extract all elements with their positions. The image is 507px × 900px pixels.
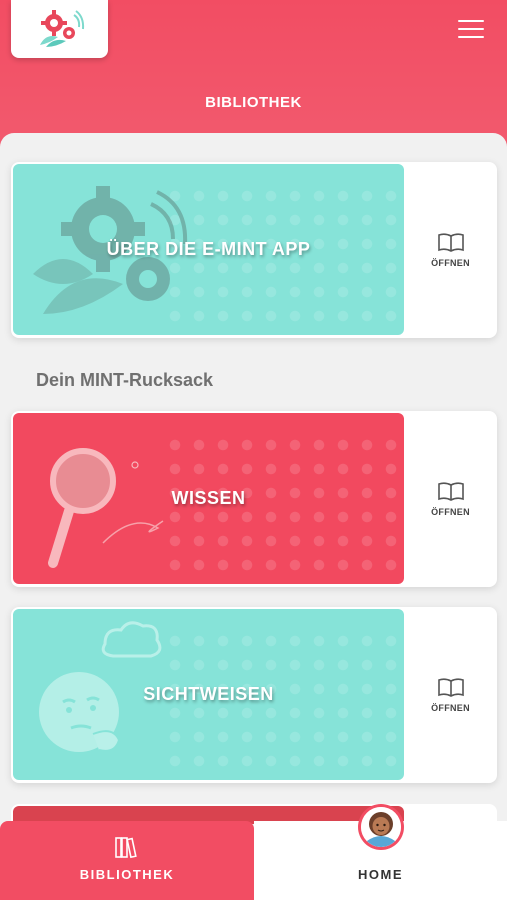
card-about-label: ÜBER DIE E-MINT APP (106, 239, 311, 259)
section-title: Dein MINT-Rucksack (36, 370, 214, 390)
open-sichtweisen-button[interactable]: ÖFFNEN (404, 607, 497, 783)
open-label: ÖFFNEN (431, 703, 470, 713)
card-wissen[interactable]: WISSEN ÖFFNEN (11, 411, 497, 587)
card-sichtweisen-label: SICHTWEISEN (143, 684, 274, 704)
open-label: ÖFFNEN (431, 507, 470, 517)
open-label: ÖFFNEN (431, 258, 470, 268)
open-about-button[interactable]: ÖFFNEN (404, 162, 497, 338)
avatar-icon (361, 807, 401, 847)
magnifier-icon (48, 448, 164, 568)
books-icon (115, 837, 137, 859)
page-title: BIBLIOTHEK (205, 94, 302, 111)
nav-bibliothek-label: BIBLIOTHEK (79, 867, 175, 882)
book-icon (437, 482, 464, 501)
avatar[interactable] (358, 804, 404, 850)
open-wissen-button[interactable]: ÖFFNEN (404, 411, 497, 587)
app-logo[interactable] (11, 0, 108, 58)
book-icon (437, 233, 464, 252)
book-icon (437, 678, 464, 697)
nav-bibliothek[interactable]: BIBLIOTHEK (0, 821, 254, 900)
gear-flower-logo-icon (39, 10, 84, 47)
app-header: BIBLIOTHEK (0, 0, 507, 150)
card-wissen-label: WISSEN (171, 488, 246, 508)
nav-home-label: HOME (358, 867, 403, 882)
card-about-image: ÜBER DIE E-MINT APP (13, 164, 404, 335)
card-about-app[interactable]: ÜBER DIE E-MINT APP ÖFFNEN (11, 162, 497, 338)
card-sichtweisen-image: SICHTWEISEN (13, 609, 404, 780)
card-sichtweisen[interactable]: SICHTWEISEN ÖFFNEN (11, 607, 497, 783)
hamburger-menu-icon[interactable] (456, 18, 486, 40)
bottom-nav: BIBLIOTHEK HOME (0, 821, 507, 900)
card-wissen-image: WISSEN (13, 413, 404, 584)
